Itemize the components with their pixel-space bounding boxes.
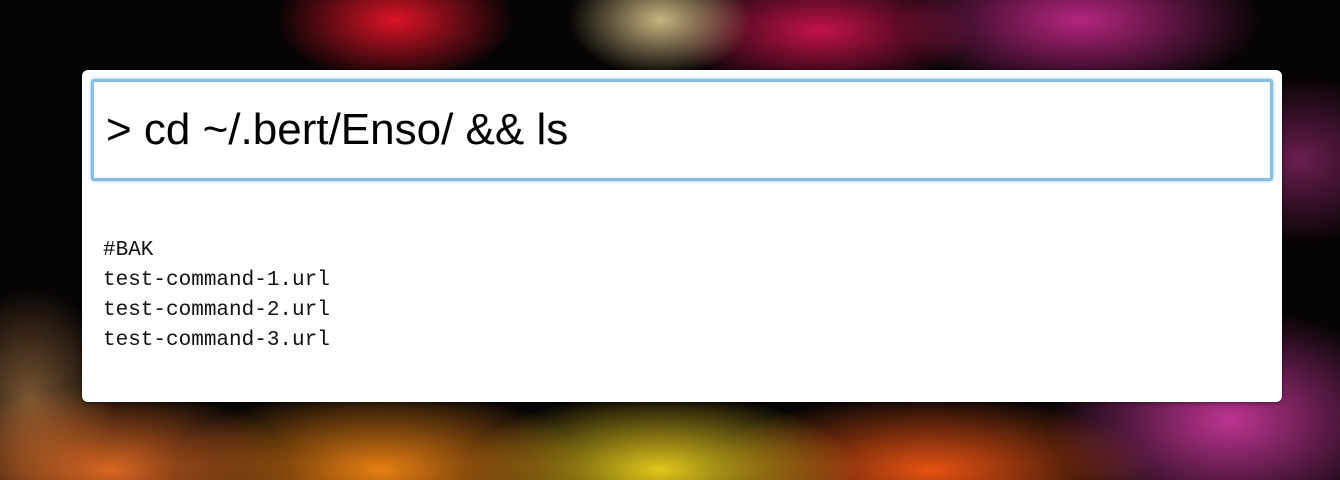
command-output: #BAK test-command-1.url test-command-2.u… bbox=[103, 236, 330, 356]
output-line: test-command-2.url bbox=[103, 299, 330, 322]
command-panel: #BAK test-command-1.url test-command-2.u… bbox=[82, 70, 1282, 402]
output-line: #BAK bbox=[103, 239, 154, 262]
output-line: test-command-3.url bbox=[103, 329, 330, 352]
output-line: test-command-1.url bbox=[103, 269, 330, 292]
command-input[interactable] bbox=[91, 79, 1273, 181]
